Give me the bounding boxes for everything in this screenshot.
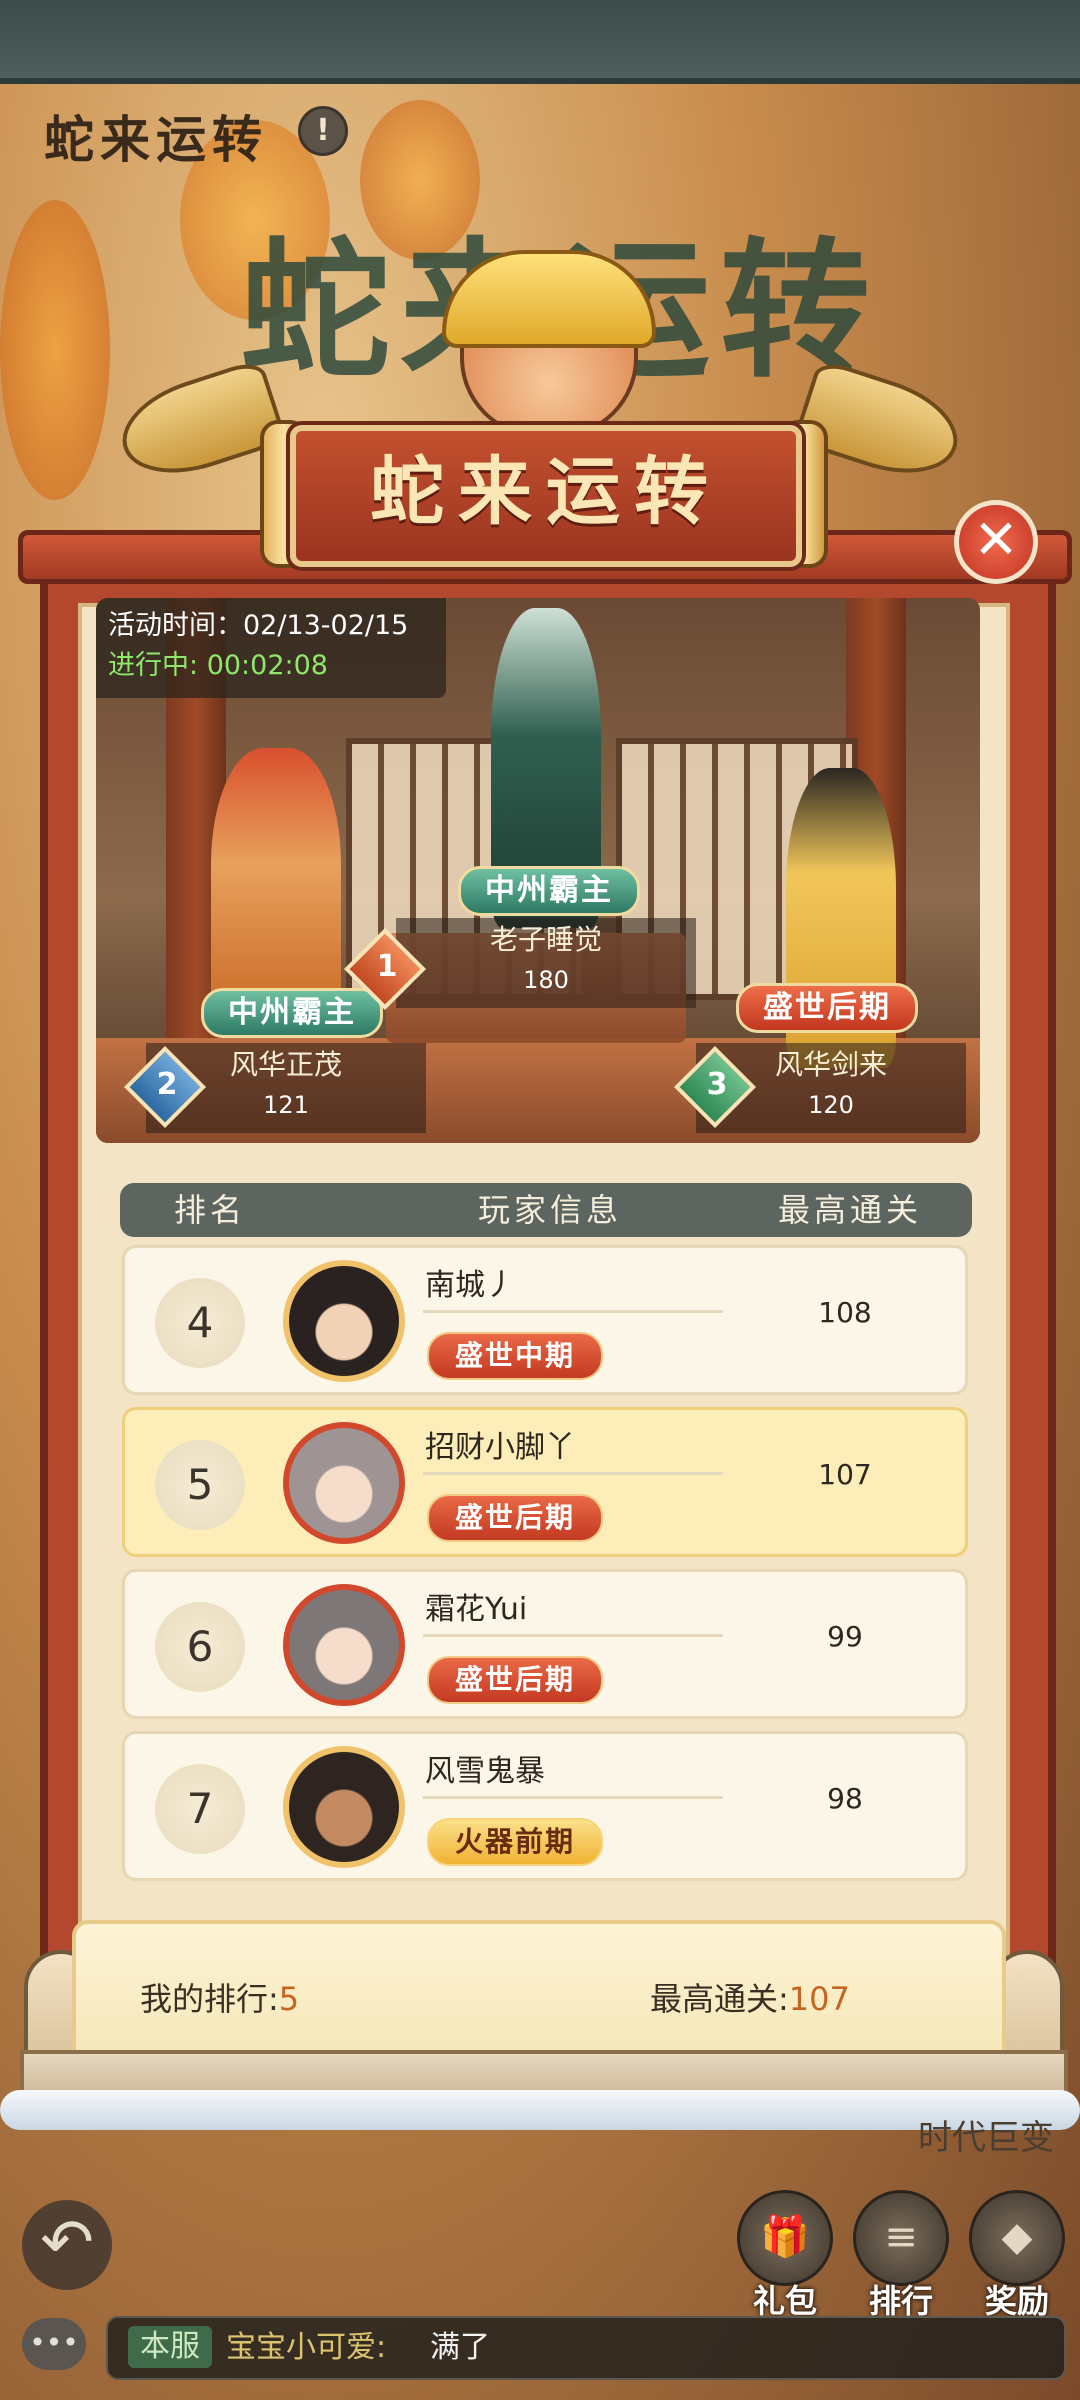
player-score: 107 [818, 1458, 872, 1491]
ranking-icon: ≡ [853, 2190, 949, 2286]
chat-sender: 宝宝小可爱: [226, 2330, 387, 2365]
avatar[interactable] [283, 1746, 405, 1868]
event-countdown: 进行中: 00:02:08 [108, 646, 434, 686]
my-rank: 我的排行:5 [140, 1974, 299, 2020]
table-row[interactable]: 7 风雪鬼暴 火器前期 98 [122, 1731, 968, 1881]
chat-icon[interactable]: ••• [22, 2318, 86, 2370]
info-icon[interactable]: ! [298, 106, 348, 156]
player-score: 98 [827, 1782, 863, 1815]
event-title: 蛇来运转 [44, 110, 268, 169]
event-time-range: 02/13-02/15 [243, 610, 409, 641]
my-best-label: 最高通关: [650, 1980, 789, 2018]
player-title-badge: 盛世后期 [427, 1494, 604, 1542]
divider [423, 1310, 723, 1313]
table-row[interactable]: 5 招财小脚丫 盛世后期 107 [122, 1407, 968, 1557]
avatar[interactable] [283, 1422, 405, 1544]
chat-bar[interactable]: 本服 宝宝小可爱: 满了 [106, 2316, 1066, 2380]
my-rank-label: 我的排行: [140, 1980, 279, 2018]
player-name: 招财小脚丫 [425, 1430, 575, 1465]
divider [423, 1472, 723, 1475]
table-header: 排名 玩家信息 最高通关 [120, 1183, 972, 1237]
table-row[interactable]: 4 南城丿 盛世中期 108 [122, 1245, 968, 1395]
lantern-decoration [0, 200, 110, 500]
player-score: 108 [818, 1296, 872, 1329]
banner-title: 蛇来运转 [370, 449, 722, 535]
player-name: 霜花Yui [425, 1592, 528, 1627]
chat-channel-tag: 本服 [128, 2326, 212, 2368]
first-place-name: 老子睡觉 [489, 923, 602, 956]
row-rank: 4 [155, 1278, 245, 1368]
event-time-box: 活动时间：02/13-02/15 进行中: 00:02:08 [96, 598, 446, 698]
column-rank: 排名 [173, 1191, 246, 1229]
avatar[interactable] [283, 1584, 405, 1706]
player-title-badge: 火器前期 [427, 1818, 604, 1866]
player-score: 99 [827, 1620, 863, 1653]
ranking-button[interactable]: ≡ 排行 [846, 2190, 956, 2322]
event-countdown-value: 00:02:08 [206, 650, 328, 681]
event-time: 活动时间：02/13-02/15 [108, 606, 434, 646]
my-best: 最高通关:107 [650, 1974, 850, 2020]
row-rank: 7 [155, 1764, 245, 1854]
row-rank: 5 [155, 1440, 245, 1530]
top-strip [0, 0, 1080, 84]
column-player: 玩家信息 [477, 1191, 622, 1229]
gift-button[interactable]: 🎁 礼包 [730, 2190, 840, 2322]
first-place-info: 老子睡觉 180 [396, 918, 696, 1008]
ranking-panel: 中州霸主 中州霸主 盛世后期 老子睡觉 180 1 风华正茂 121 2 风华剑… [40, 565, 1056, 2081]
third-title-badge: 盛世后期 [736, 983, 918, 1033]
table-row[interactable]: 6 霜花Yui 盛世后期 99 [122, 1569, 968, 1719]
my-rank-value: 5 [278, 1980, 300, 2018]
first-title-badge: 中州霸主 [458, 866, 640, 916]
podium-scene: 中州霸主 中州霸主 盛世后期 老子睡觉 180 1 风华正茂 121 2 风华剑… [96, 598, 980, 1143]
reward-button[interactable]: ◆ 奖励 [962, 2190, 1072, 2322]
event-status-label: 进行中: [108, 650, 199, 681]
event-banner: 蛇来运转 [110, 250, 970, 590]
avatar[interactable] [283, 1260, 405, 1382]
reward-icon: ◆ [969, 2190, 1065, 2286]
divider [423, 1796, 723, 1799]
close-button[interactable]: ✕ [954, 500, 1038, 584]
ranking-list[interactable]: 4 南城丿 盛世中期 108 5 招财小脚丫 盛世后期 107 6 霜花Yui … [120, 1245, 972, 1925]
side-label: 时代巨变 [918, 2118, 1054, 2158]
row-rank: 6 [155, 1602, 245, 1692]
banner-plaque: 蛇来运转 [290, 425, 802, 567]
player-title-badge: 盛世中期 [427, 1332, 604, 1380]
second-title-badge: 中州霸主 [201, 988, 383, 1038]
my-best-value: 107 [788, 1980, 850, 2018]
player-name: 风雪鬼暴 [425, 1754, 545, 1789]
event-time-label: 活动时间： [108, 610, 243, 641]
column-best: 最高通关 [777, 1191, 922, 1229]
rank-2-number: 2 [156, 1066, 178, 1102]
helmet-icon [442, 250, 656, 348]
divider [423, 1634, 723, 1637]
chat-message: 满了 [430, 2330, 490, 2365]
first-place-score: 180 [523, 966, 569, 994]
player-title-badge: 盛世后期 [427, 1656, 604, 1704]
back-button[interactable]: ↶ [22, 2200, 112, 2290]
player-name: 南城丿 [425, 1268, 515, 1303]
gift-icon: 🎁 [737, 2190, 833, 2286]
rank-1-number: 1 [376, 948, 398, 984]
rank-3-number: 3 [706, 1066, 728, 1102]
